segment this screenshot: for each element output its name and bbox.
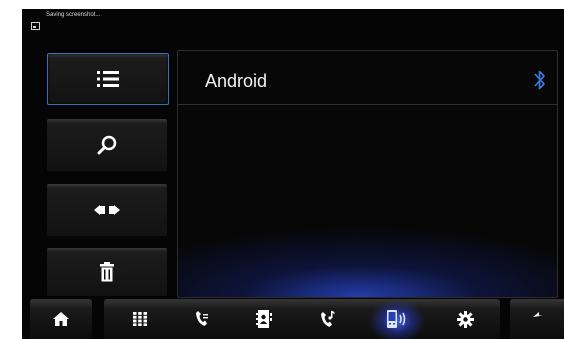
device-name[interactable]: Android (205, 71, 267, 92)
status-notification-text: Saving screenshot... (46, 12, 101, 18)
phone-music-button[interactable] (305, 299, 349, 339)
contacts-button[interactable] (242, 299, 286, 339)
image-icon (31, 22, 40, 30)
list-icon (97, 71, 119, 87)
phone-connection-button[interactable] (375, 299, 419, 339)
home-icon (53, 312, 69, 326)
back-button[interactable] (522, 299, 558, 339)
call-log-icon (196, 311, 208, 326)
connect-icon (94, 205, 120, 215)
home-button[interactable] (30, 299, 92, 339)
phone-music-icon (320, 311, 335, 327)
device-panel: Android (177, 50, 558, 298)
dialpad-icon (133, 312, 147, 326)
gear-icon (456, 310, 474, 328)
phone-connect-icon (387, 310, 406, 328)
side-button-list[interactable] (47, 53, 169, 105)
back-icon (533, 311, 543, 317)
side-button-connect[interactable] (47, 184, 167, 236)
dialpad-button[interactable] (118, 299, 162, 339)
trash-icon (100, 262, 114, 282)
header-divider (178, 104, 557, 105)
side-button-delete[interactable] (47, 248, 167, 296)
call-log-button[interactable] (180, 299, 224, 339)
search-icon (97, 135, 117, 155)
contacts-icon (256, 310, 272, 328)
settings-button[interactable] (443, 299, 487, 339)
nav-block (104, 299, 500, 339)
head-unit-screen: Saving screenshot... Android (22, 9, 564, 339)
status-bar: Saving screenshot... (22, 9, 564, 31)
bottom-nav-bar (22, 299, 564, 339)
bluetooth-icon (534, 70, 545, 90)
side-button-search[interactable] (47, 119, 167, 171)
